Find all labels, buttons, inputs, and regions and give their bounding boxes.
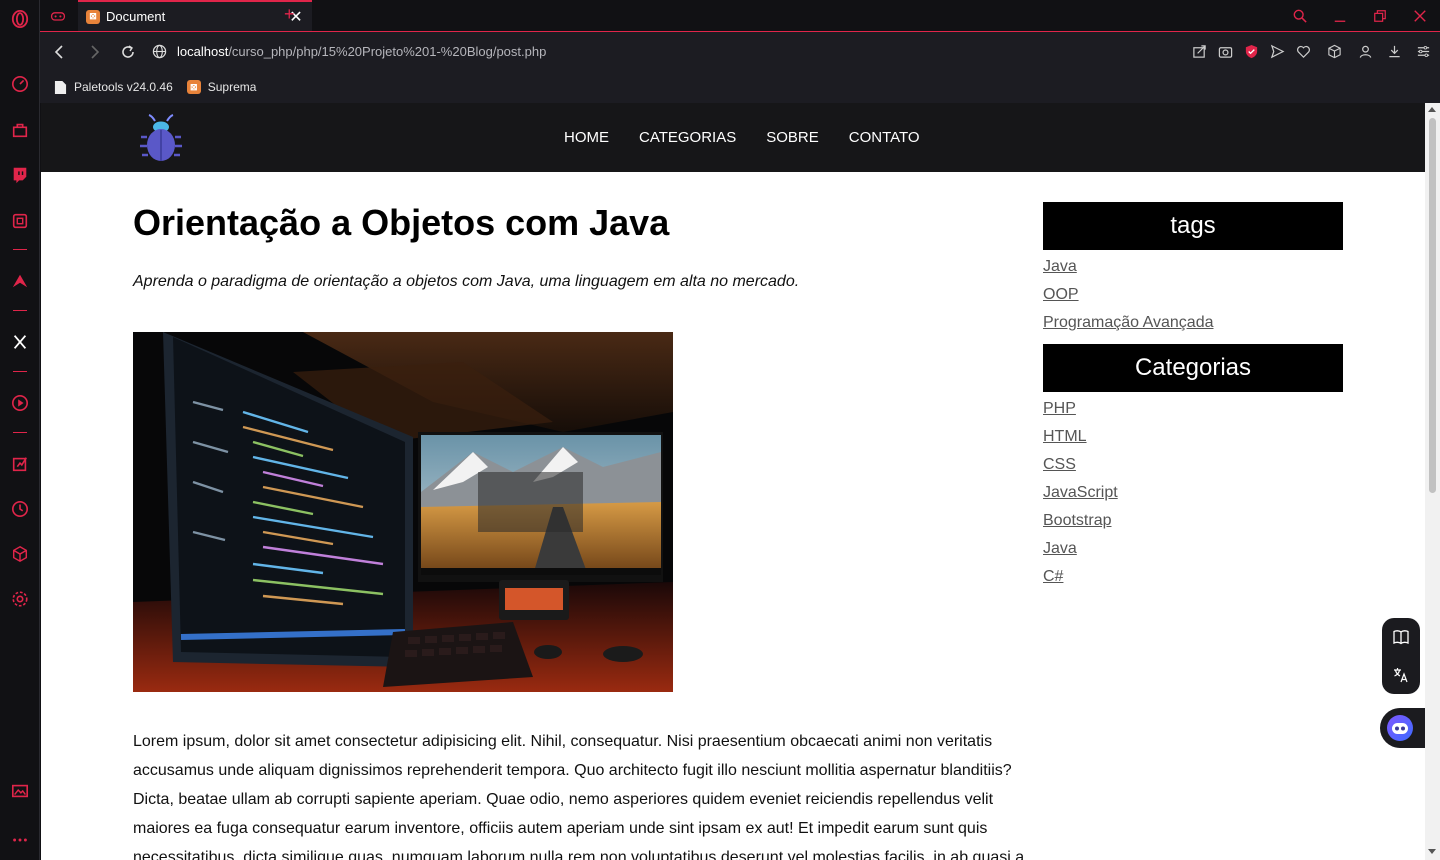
reader-mode-icon[interactable] (1382, 618, 1420, 656)
search-icon[interactable] (1280, 0, 1320, 31)
site-nav: HOME CATEGORIAS SOBRE CONTATO (549, 103, 935, 172)
aria-icon[interactable] (8, 269, 32, 293)
restore-button[interactable] (1360, 0, 1400, 31)
sidebar-aside: tags Java OOP Programação Avançada Categ… (1043, 202, 1343, 598)
share-icon[interactable] (1186, 36, 1212, 68)
site-header: HOME CATEGORIAS SOBRE CONTATO (41, 103, 1425, 172)
sidebar-divider (13, 249, 27, 250)
more-icon[interactable] (8, 828, 32, 852)
scroll-thumb[interactable] (1429, 118, 1436, 493)
reload-button[interactable] (112, 36, 144, 68)
page-scrollbar[interactable] (1425, 103, 1440, 860)
scroll-up-arrow[interactable] (1428, 107, 1436, 112)
twitch-icon[interactable] (8, 163, 32, 187)
new-tab-button[interactable]: + (284, 4, 295, 25)
globe-icon (152, 44, 167, 59)
send-icon[interactable] (1264, 36, 1290, 68)
category-link[interactable]: JavaScript (1043, 482, 1343, 510)
category-link[interactable]: PHP (1043, 398, 1343, 426)
nav-sobre[interactable]: SOBRE (766, 129, 819, 146)
category-link[interactable]: C# (1043, 566, 1343, 594)
back-button[interactable] (44, 36, 76, 68)
gx-corner-icon[interactable] (48, 6, 68, 26)
bookmark-label: Paletools v24.0.46 (74, 80, 173, 94)
tag-link[interactable]: OOP (1043, 284, 1343, 312)
window-controls (1280, 0, 1440, 31)
post-body: Lorem ipsum, dolor sit amet consectetur … (133, 733, 1025, 860)
adblocker-shield-icon[interactable] (1238, 36, 1264, 68)
xampp-icon: ⊠ (86, 9, 100, 24)
tab-strip: ⊠ Document ✕ + (40, 0, 1440, 31)
floating-tools-panel (1382, 618, 1420, 694)
heart-icon[interactable] (1290, 36, 1316, 68)
address-bar: localhost/curso_php/php/15%20Projeto%201… (40, 31, 1440, 71)
close-window-button[interactable] (1400, 0, 1440, 31)
sidebar-divider (13, 310, 27, 311)
url-text: localhost/curso_php/php/15%20Projeto%201… (177, 44, 546, 59)
url-host: localhost (177, 44, 229, 59)
post-subtitle: Aprenda o paradigma de orientação a obje… (133, 273, 800, 290)
settings-icon[interactable] (8, 587, 32, 611)
player-icon[interactable] (8, 391, 32, 415)
sidebar-divider (13, 371, 27, 372)
tags-list: Java OOP Programação Avançada (1043, 250, 1343, 344)
opera-sidebar (0, 0, 40, 860)
category-link[interactable]: CSS (1043, 454, 1343, 482)
url-field[interactable]: localhost/curso_php/php/15%20Projeto%201… (152, 44, 1186, 59)
easy-setup-icon[interactable] (1410, 36, 1436, 68)
translate-icon[interactable] (1382, 656, 1420, 694)
tag-link[interactable]: Java (1043, 256, 1343, 284)
tag-link[interactable]: Programação Avançada (1043, 312, 1343, 340)
categories-list: PHP HTML CSS JavaScript Bootstrap Java C… (1043, 392, 1343, 598)
tags-heading: tags (1043, 202, 1343, 250)
url-path: /curso_php/php/15%20Projeto%201-%20Blog/… (228, 44, 547, 59)
category-link[interactable]: Bootstrap (1043, 510, 1343, 538)
bookmark-label: Suprema (207, 80, 257, 94)
download-icon[interactable] (1378, 36, 1410, 68)
category-link[interactable]: Java (1043, 538, 1343, 566)
nav-contato[interactable]: CONTATO (849, 129, 920, 146)
nav-categorias[interactable]: CATEGORIAS (639, 129, 736, 146)
post-image (133, 332, 673, 692)
categories-heading: Categorias (1043, 344, 1343, 392)
nav-home[interactable]: HOME (564, 129, 609, 146)
x-twitter-icon[interactable] (8, 330, 32, 354)
gallery-icon[interactable] (8, 779, 32, 803)
speed-dial-icon[interactable] (8, 72, 32, 96)
pinboard-icon[interactable] (8, 452, 32, 476)
profile-icon[interactable] (1352, 36, 1378, 68)
crypto-wallet-icon[interactable] (8, 209, 32, 233)
bug-logo[interactable] (140, 113, 182, 163)
category-link[interactable]: HTML (1043, 426, 1343, 454)
page-viewport: HOME CATEGORIAS SOBRE CONTATO Orientação… (41, 103, 1425, 860)
bookmarks-bar: Paletools v24.0.46 ⊠ Suprema (40, 71, 1440, 103)
extensions-icon[interactable] (8, 542, 32, 566)
bookmark-suprema[interactable]: ⊠ Suprema (186, 80, 257, 94)
document-icon (54, 80, 67, 95)
aria-face-icon (1387, 715, 1413, 741)
history-icon[interactable] (8, 497, 32, 521)
sidebar-divider (13, 432, 27, 433)
forward-button[interactable] (78, 36, 110, 68)
aria-assistant-button[interactable] (1380, 708, 1425, 748)
shopping-bag-icon[interactable] (8, 118, 32, 142)
snapshot-icon[interactable] (1212, 36, 1238, 68)
xampp-icon: ⊠ (186, 80, 201, 94)
tab-document[interactable]: ⊠ Document ✕ (78, 0, 312, 31)
address-tools (1186, 36, 1436, 68)
extensions-cube-icon[interactable] (1316, 36, 1352, 68)
scroll-down-arrow[interactable] (1428, 849, 1436, 854)
tab-title: Document (106, 9, 166, 24)
minimize-button[interactable] (1320, 0, 1360, 31)
post-title: Orientação a Objetos com Java (133, 202, 670, 243)
opera-logo-icon[interactable] (8, 7, 32, 31)
bookmark-paletools[interactable]: Paletools v24.0.46 (54, 80, 173, 95)
